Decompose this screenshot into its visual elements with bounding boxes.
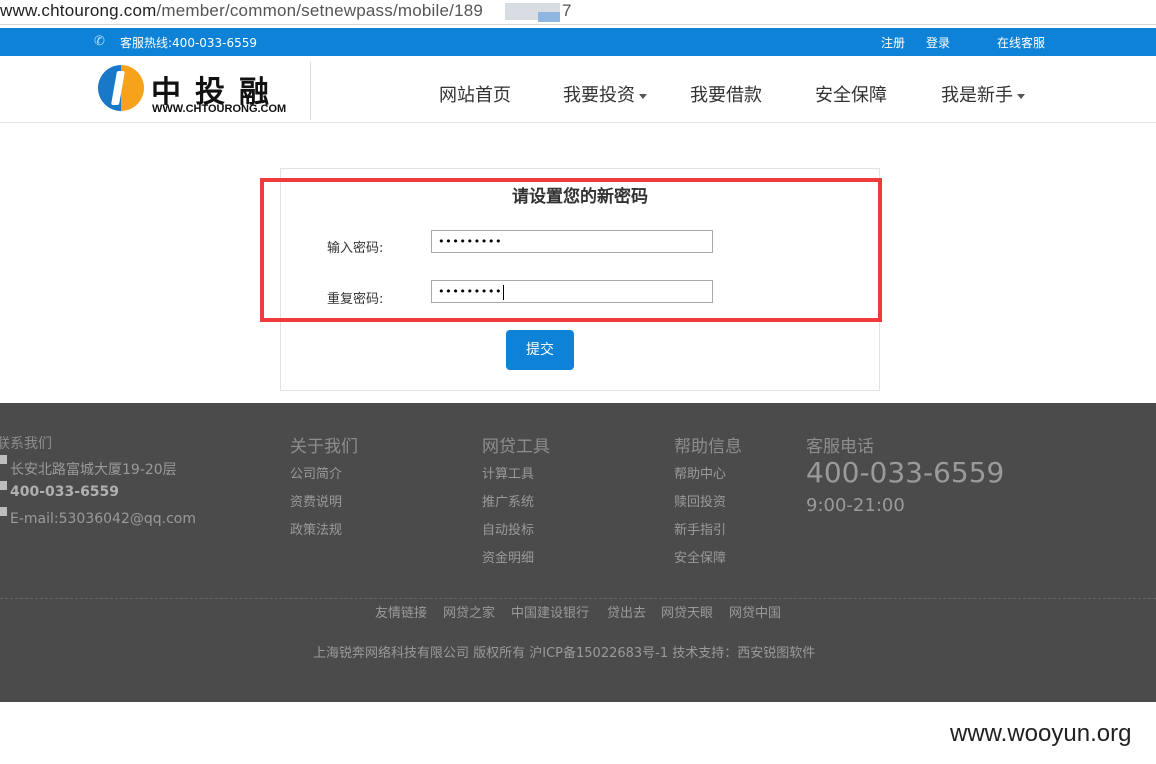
- help-link[interactable]: 新手指引: [674, 519, 726, 538]
- help-link[interactable]: 安全保障: [674, 547, 726, 566]
- nav-security[interactable]: 安全保障: [815, 81, 887, 107]
- footer-divider: [0, 598, 1156, 600]
- contact-phone: 400-033-6559: [10, 484, 120, 500]
- url-tail: 7: [562, 1, 572, 20]
- help-title: 帮助信息: [674, 437, 742, 457]
- nav-borrow[interactable]: 我要借款: [690, 81, 762, 107]
- contact-title: 联系我们: [0, 436, 52, 452]
- service-title: 客服电话: [806, 437, 874, 457]
- browser-address-bar[interactable]: www.chtourong.com/member/common/setnewpa…: [0, 0, 1156, 25]
- friend-link[interactable]: 贷出去: [607, 602, 646, 621]
- nav-invest-label: 我要投资: [563, 85, 635, 106]
- site-header: 中投融 WWW.CHTOURONG.COM 网站首页 我要投资 我要借款 安全保…: [0, 56, 1156, 123]
- friend-link[interactable]: 网贷中国: [729, 602, 781, 621]
- nav-security-label: 安全保障: [815, 85, 887, 106]
- about-title: 关于我们: [290, 437, 358, 457]
- help-link[interactable]: 赎回投资: [674, 491, 726, 510]
- service-phone: 400-033-6559: [806, 456, 1005, 489]
- submit-button[interactable]: 提交: [506, 330, 574, 370]
- service-hours: 9:00-21:00: [806, 495, 905, 516]
- url-path: /member/common/setnewpass/mobile/189: [156, 1, 484, 20]
- about-link[interactable]: 公司简介: [290, 463, 342, 482]
- phone-icon: ✆: [94, 34, 105, 49]
- chevron-down-icon: [639, 93, 647, 99]
- copyright-text: 上海锐奔网络科技有限公司 版权所有 沪ICP备15022683号-1 技术支持：…: [313, 646, 816, 661]
- site-footer: 联系我们 长安北路富城大厦19-20层 400-033-6559 E-mail:…: [0, 403, 1156, 702]
- contact-email: E-mail:53036042@qq.com: [10, 511, 196, 527]
- nav-home[interactable]: 网站首页: [439, 81, 511, 107]
- home-icon: [0, 455, 7, 464]
- logo-divider: [310, 62, 311, 120]
- nav-invest[interactable]: 我要投资: [563, 81, 647, 107]
- address-url[interactable]: www.chtourong.com/member/common/setnewpa…: [0, 1, 483, 21]
- url-host: www.chtourong.com: [0, 1, 157, 20]
- friend-link[interactable]: 网贷天眼: [661, 602, 713, 621]
- help-link[interactable]: 帮助中心: [674, 463, 726, 482]
- friend-link[interactable]: 中国建设银行: [511, 602, 589, 621]
- top-info-bar: ✆ 客服热线:400-033-6559 注册 登录 在线客服: [0, 28, 1156, 56]
- phone-icon: [0, 481, 7, 490]
- watermark: www.wooyun.org: [950, 720, 1132, 747]
- about-link[interactable]: 资费说明: [290, 491, 342, 510]
- tools-link[interactable]: 资金明细: [482, 547, 534, 566]
- hotline-text: 客服热线:400-033-6559: [120, 36, 258, 50]
- mail-icon: [0, 507, 7, 516]
- tools-link[interactable]: 计算工具: [482, 463, 534, 482]
- nav-newbie-label: 我是新手: [941, 85, 1013, 106]
- contact-address: 长安北路富城大厦19-20层: [10, 462, 177, 478]
- chevron-down-icon: [1017, 93, 1025, 99]
- nav-newbie[interactable]: 我是新手: [941, 81, 1025, 107]
- highlight-box: [260, 178, 882, 322]
- tools-link[interactable]: 推广系统: [482, 491, 534, 510]
- online-service-link[interactable]: 在线客服: [997, 34, 1045, 51]
- tools-link[interactable]: 自动投标: [482, 519, 534, 538]
- register-link[interactable]: 注册: [881, 34, 905, 51]
- friend-links-label: 友情链接: [375, 606, 428, 621]
- logo-en-text: WWW.CHTOURONG.COM: [152, 103, 287, 115]
- tools-title: 网贷工具: [482, 437, 550, 457]
- logo-mark-icon: [98, 65, 144, 111]
- site-logo[interactable]: 中投融 WWW.CHTOURONG.COM: [96, 63, 311, 119]
- nav-borrow-label: 我要借款: [690, 85, 762, 106]
- selection-highlight: [538, 12, 560, 22]
- nav-home-label: 网站首页: [439, 85, 511, 106]
- login-link[interactable]: 登录: [926, 34, 950, 51]
- about-link[interactable]: 政策法规: [290, 519, 342, 538]
- friend-link[interactable]: 网贷之家: [443, 602, 495, 621]
